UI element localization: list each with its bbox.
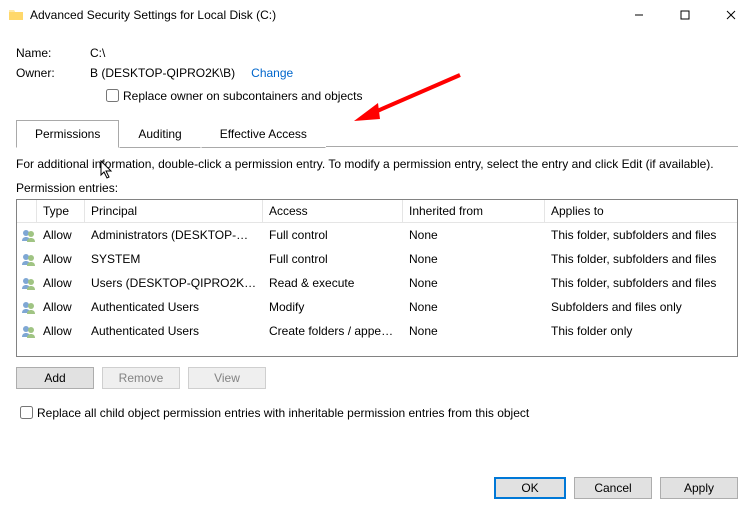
- cell-inherited: None: [403, 272, 545, 294]
- minimize-button[interactable]: [616, 0, 662, 30]
- cell-inherited: None: [403, 224, 545, 246]
- tab-effective-access[interactable]: Effective Access: [201, 120, 326, 148]
- cell-access: Full control: [263, 224, 403, 246]
- cell-access: Create folders / appen...: [263, 320, 403, 342]
- cell-type: Allow: [37, 320, 85, 342]
- column-applies[interactable]: Applies to: [545, 200, 737, 222]
- table-row[interactable]: AllowSYSTEMFull controlNoneThis folder, …: [17, 247, 737, 271]
- replace-all-checkbox[interactable]: [20, 406, 33, 419]
- users-icon: [17, 319, 37, 343]
- apply-button[interactable]: Apply: [660, 477, 738, 499]
- users-icon: [17, 271, 37, 295]
- cell-applies: This folder, subfolders and files: [545, 248, 737, 270]
- replace-owner-checkbox[interactable]: [106, 89, 119, 102]
- users-icon: [17, 295, 37, 319]
- cell-inherited: None: [403, 296, 545, 318]
- close-button[interactable]: [708, 0, 754, 30]
- cell-access: Read & execute: [263, 272, 403, 294]
- table-row[interactable]: AllowAuthenticated UsersModifyNoneSubfol…: [17, 295, 737, 319]
- cell-access: Modify: [263, 296, 403, 318]
- cell-principal: Authenticated Users: [85, 296, 263, 318]
- users-icon: [17, 247, 37, 271]
- table-row[interactable]: AllowAuthenticated UsersCreate folders /…: [17, 319, 737, 343]
- cell-principal: SYSTEM: [85, 248, 263, 270]
- tab-permissions[interactable]: Permissions: [16, 120, 119, 148]
- cell-applies: This folder, subfolders and files: [545, 224, 737, 246]
- change-owner-link[interactable]: Change: [251, 66, 293, 80]
- name-label: Name:: [16, 46, 90, 60]
- panel-info-text: For additional information, double-click…: [16, 157, 738, 171]
- cell-inherited: None: [403, 248, 545, 270]
- column-inherited[interactable]: Inherited from: [403, 200, 545, 222]
- cell-type: Allow: [37, 248, 85, 270]
- permission-entries-label: Permission entries:: [16, 181, 738, 195]
- replace-all-label: Replace all child object permission entr…: [37, 406, 529, 420]
- tab-auditing[interactable]: Auditing: [119, 120, 200, 148]
- table-row[interactable]: AllowAdministrators (DESKTOP-QIP...Full …: [17, 223, 737, 247]
- view-button: View: [188, 367, 266, 389]
- permission-table[interactable]: Type Principal Access Inherited from App…: [16, 199, 738, 357]
- cell-applies: This folder only: [545, 320, 737, 342]
- column-type[interactable]: Type: [37, 200, 85, 222]
- cell-inherited: None: [403, 320, 545, 342]
- remove-button: Remove: [102, 367, 180, 389]
- add-button[interactable]: Add: [16, 367, 94, 389]
- folder-icon: [8, 7, 24, 23]
- ok-button[interactable]: OK: [494, 477, 566, 499]
- cell-type: Allow: [37, 296, 85, 318]
- name-value: C:\: [90, 46, 105, 60]
- table-row[interactable]: AllowUsers (DESKTOP-QIPRO2K\Us...Read & …: [17, 271, 737, 295]
- cell-principal: Administrators (DESKTOP-QIP...: [85, 224, 263, 246]
- column-access[interactable]: Access: [263, 200, 403, 222]
- cell-applies: This folder, subfolders and files: [545, 272, 737, 294]
- cell-principal: Users (DESKTOP-QIPRO2K\Us...: [85, 272, 263, 294]
- users-icon: [17, 223, 37, 247]
- owner-value: B (DESKTOP-QIPRO2K\B): [90, 66, 235, 80]
- cell-applies: Subfolders and files only: [545, 296, 737, 318]
- replace-owner-label: Replace owner on subcontainers and objec…: [123, 89, 362, 103]
- window-title: Advanced Security Settings for Local Dis…: [30, 8, 276, 22]
- cell-type: Allow: [37, 272, 85, 294]
- cell-access: Full control: [263, 248, 403, 270]
- cancel-button[interactable]: Cancel: [574, 477, 652, 499]
- column-principal[interactable]: Principal: [85, 200, 263, 222]
- owner-label: Owner:: [16, 66, 90, 80]
- cell-type: Allow: [37, 224, 85, 246]
- cell-principal: Authenticated Users: [85, 320, 263, 342]
- maximize-button[interactable]: [662, 0, 708, 30]
